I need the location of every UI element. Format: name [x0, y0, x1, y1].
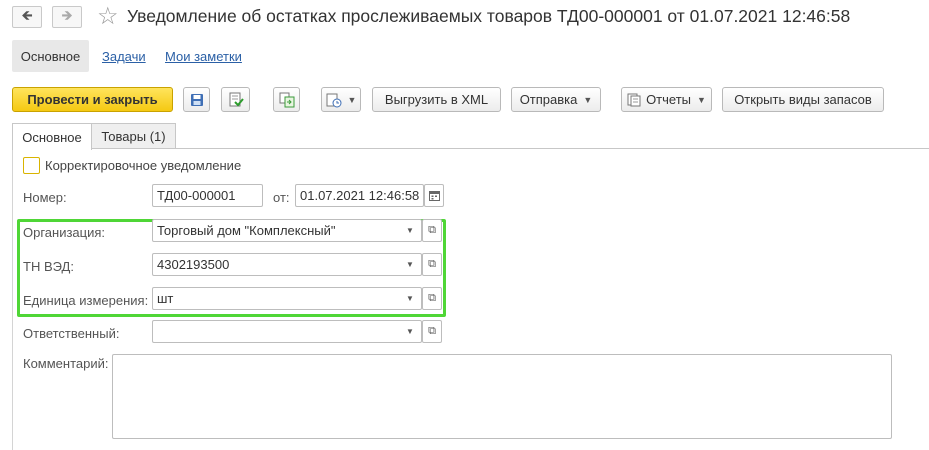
date-label: от:	[273, 190, 290, 205]
correction-label: Корректировочное уведомление	[45, 158, 242, 173]
related-documents-icon	[279, 92, 294, 107]
arrow-left-icon: 🡸	[21, 7, 33, 23]
date-field[interactable]: 01.07.2021 12:46:58	[295, 184, 424, 207]
organization-value: Торговый дом "Комплексный"	[157, 223, 336, 238]
organization-field[interactable]: Торговый дом "Комплексный" ▼	[152, 219, 422, 242]
open-icon: ⧉	[428, 292, 436, 304]
chevron-down-icon: ▼	[347, 94, 357, 105]
comment-textarea[interactable]	[112, 354, 892, 439]
open-stock-types-button[interactable]: Открыть виды запасов	[722, 87, 884, 112]
chevron-down-icon[interactable]: ▼	[399, 288, 421, 309]
tnved-value: 4302193500	[157, 257, 230, 272]
chevron-down-icon[interactable]: ▼	[399, 220, 421, 241]
tab-divider	[12, 148, 929, 149]
reports-icon	[627, 93, 641, 106]
number-label: Номер:	[23, 190, 67, 205]
responsible-field[interactable]: ▼	[152, 320, 422, 343]
open-icon: ⧉	[428, 224, 436, 236]
calendar-button[interactable]	[424, 184, 444, 207]
correction-checkbox[interactable]	[23, 157, 40, 174]
unit-open-button[interactable]: ⧉	[422, 287, 442, 310]
post-and-close-button[interactable]: Провести и закрыть	[12, 87, 173, 112]
window-title: Уведомление об остатках прослеживаемых т…	[127, 6, 851, 26]
calendar-icon	[428, 191, 440, 201]
date-value: 01.07.2021 12:46:58	[300, 188, 420, 203]
reports-label: Отчеты	[646, 92, 691, 107]
chevron-down-icon: ▼	[583, 94, 593, 105]
history-icon	[326, 93, 342, 107]
export-xml-button[interactable]: Выгрузить в XML	[372, 87, 501, 112]
comment-label: Комментарий:	[23, 356, 109, 371]
related-documents-button[interactable]	[273, 87, 300, 112]
responsible-open-button[interactable]: ⧉	[422, 320, 442, 343]
tnved-label: ТН ВЭД:	[23, 259, 74, 274]
section-notes[interactable]: Мои заметки	[165, 49, 242, 64]
save-button[interactable]	[183, 87, 210, 112]
number-value: ТД00-000001	[157, 188, 236, 203]
tab-goods[interactable]: Товары (1)	[91, 123, 176, 148]
star-icon[interactable]: ☆	[97, 2, 119, 31]
organization-label: Организация:	[23, 225, 106, 240]
unit-value: шт	[157, 291, 174, 306]
unit-field[interactable]: шт ▼	[152, 287, 422, 310]
section-main[interactable]: Основное	[12, 40, 89, 72]
forward-button[interactable]: 🡺	[52, 6, 82, 28]
number-field[interactable]: ТД00-000001	[152, 184, 263, 207]
open-icon: ⧉	[428, 325, 436, 337]
reports-button[interactable]: Отчеты ▼	[621, 87, 712, 112]
history-button[interactable]: ▼	[321, 87, 361, 112]
unit-label: Единица измерения:	[23, 293, 149, 308]
chevron-down-icon[interactable]: ▼	[399, 254, 421, 275]
send-button[interactable]: Отправка ▼	[511, 87, 601, 112]
responsible-label: Ответственный:	[23, 326, 120, 341]
arrow-right-icon: 🡺	[61, 7, 73, 23]
section-tasks[interactable]: Задачи	[102, 49, 146, 64]
post-icon	[229, 92, 244, 106]
tnved-open-button[interactable]: ⧉	[422, 253, 442, 276]
open-icon: ⧉	[428, 258, 436, 270]
post-button[interactable]	[221, 87, 250, 112]
back-button[interactable]: 🡸	[12, 6, 42, 28]
save-icon	[190, 93, 203, 106]
tnved-field[interactable]: 4302193500 ▼	[152, 253, 422, 276]
chevron-down-icon: ▼	[697, 94, 706, 105]
organization-open-button[interactable]: ⧉	[422, 219, 442, 242]
send-label: Отправка	[519, 92, 578, 107]
chevron-down-icon[interactable]: ▼	[399, 321, 421, 342]
tab-main[interactable]: Основное	[12, 123, 92, 150]
panel-border	[12, 148, 13, 450]
